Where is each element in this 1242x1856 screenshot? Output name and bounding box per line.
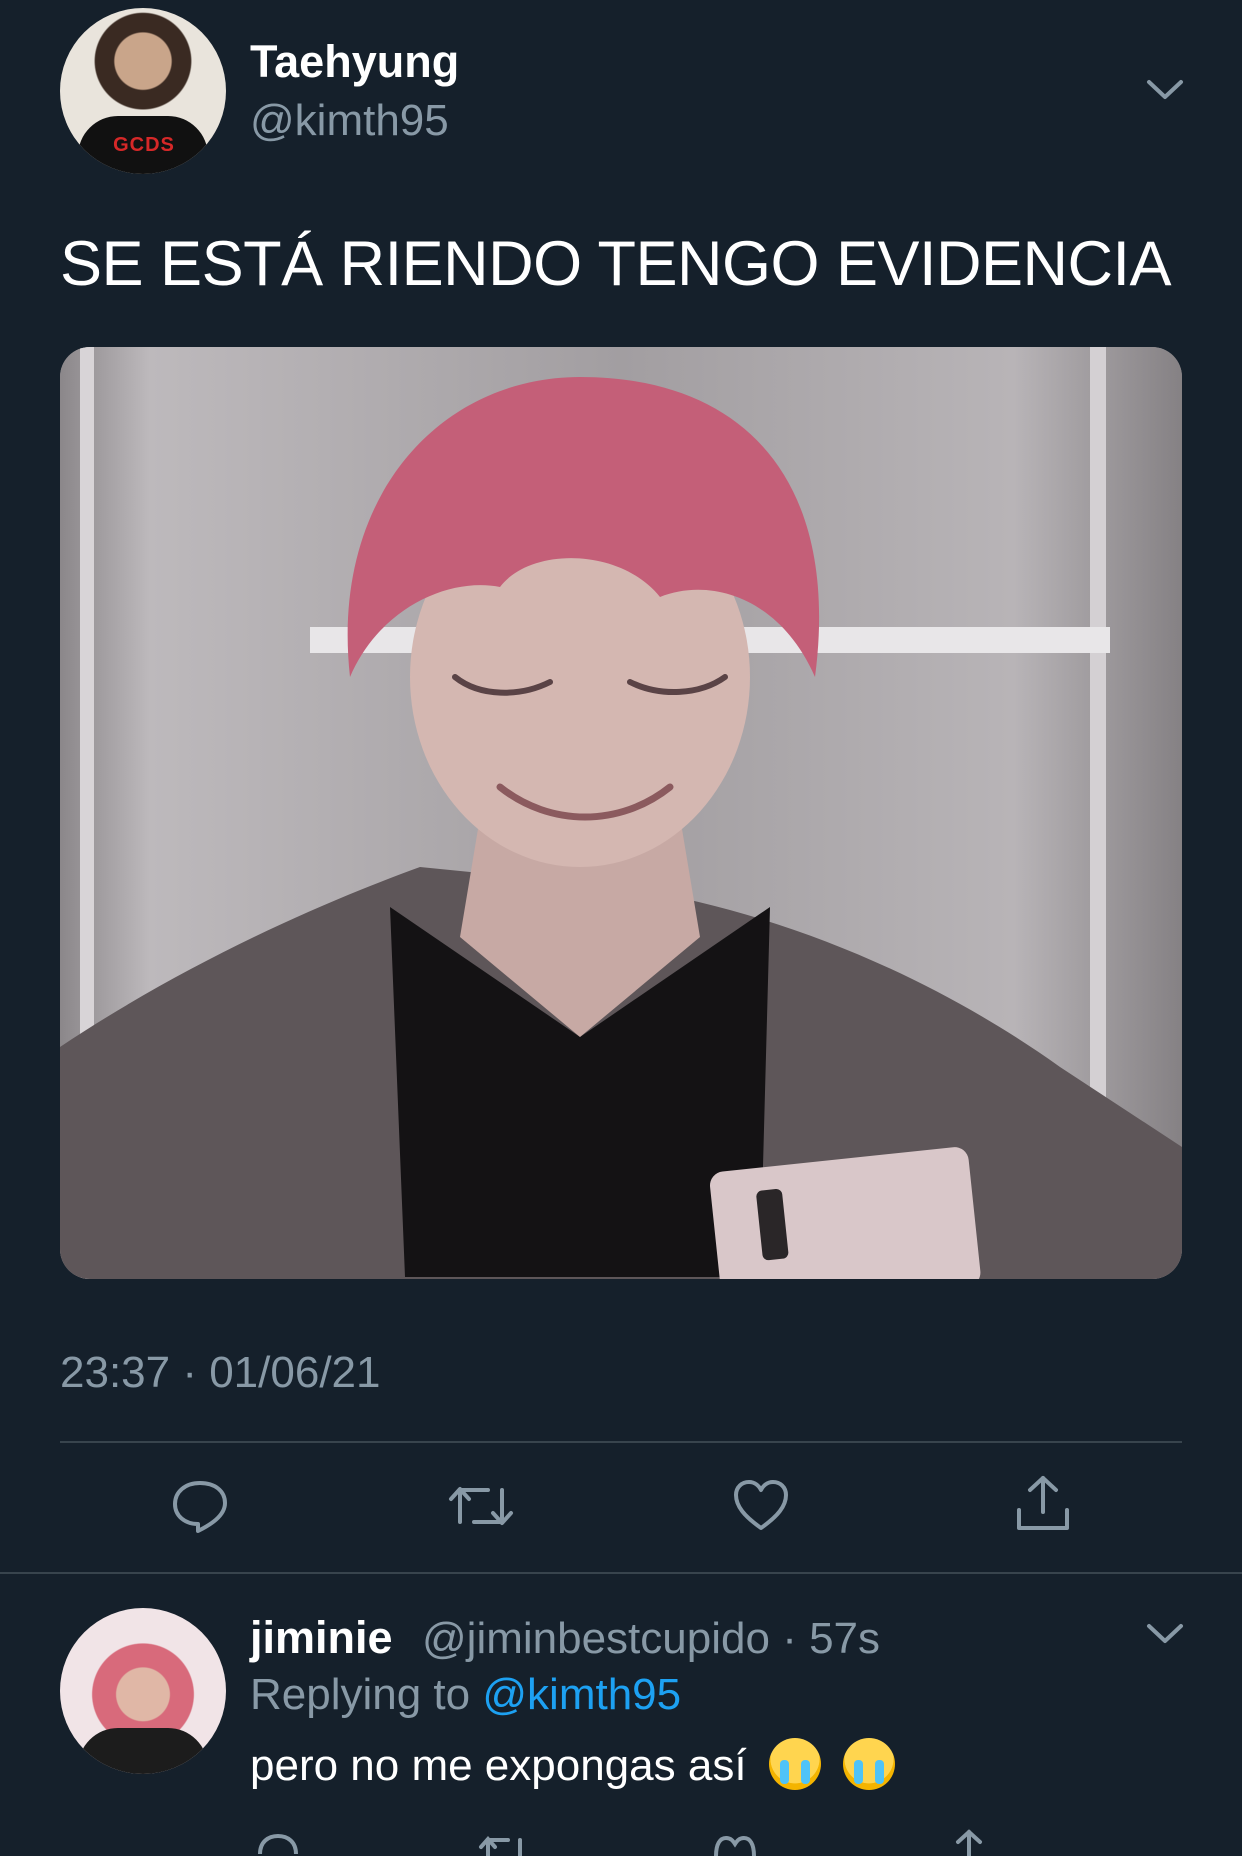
author-avatar[interactable]: GCDS	[60, 8, 226, 174]
author-handle[interactable]: @kimth95	[250, 96, 449, 146]
crying-face-icon	[768, 1738, 821, 1790]
replying-prefix: Replying to	[250, 1670, 471, 1719]
tweet-text: SE ESTÁ RIENDO TENGO EVIDENCIA	[60, 229, 1172, 299]
photo-illustration	[60, 347, 1182, 1279]
like-icon[interactable]	[712, 1834, 758, 1856]
divider	[60, 1441, 1182, 1443]
tweet-timestamp[interactable]: 23:37 · 01/06/21	[60, 1348, 380, 1398]
crying-face-icon	[843, 1738, 896, 1790]
retweet-icon[interactable]	[478, 1834, 528, 1856]
reply-time: · 57s	[782, 1614, 881, 1663]
author-name[interactable]: Taehyung	[250, 36, 459, 88]
reply-author-name[interactable]: jiminie	[250, 1612, 393, 1664]
retweet-icon[interactable]	[448, 1478, 514, 1534]
reply-author-meta[interactable]: @jiminbestcupido · 57s	[422, 1614, 880, 1664]
reply-author-handle[interactable]: @jiminbestcupido	[422, 1614, 770, 1663]
chevron-down-icon[interactable]	[1146, 78, 1184, 102]
chevron-down-icon[interactable]	[1146, 1622, 1184, 1646]
avatar-jacket	[78, 1728, 208, 1774]
avatar-logo: GCDS	[113, 134, 175, 156]
reply-text-content: pero no me expongas así	[250, 1741, 747, 1790]
replying-to: Replying to @kimth95	[250, 1670, 681, 1720]
like-icon[interactable]	[732, 1478, 790, 1532]
share-icon[interactable]	[1014, 1474, 1072, 1534]
reply-author-avatar[interactable]	[60, 1608, 226, 1774]
tweet-photo[interactable]	[60, 347, 1182, 1279]
reply-text: pero no me expongas así	[250, 1738, 896, 1791]
share-icon[interactable]	[946, 1828, 992, 1856]
replying-mention-link[interactable]: @kimth95	[482, 1670, 681, 1719]
reply-tweet[interactable]: jiminie @jiminbestcupido · 57s Replying …	[0, 1572, 1242, 1856]
comment-icon[interactable]	[256, 1832, 300, 1856]
comment-icon[interactable]	[170, 1478, 230, 1534]
